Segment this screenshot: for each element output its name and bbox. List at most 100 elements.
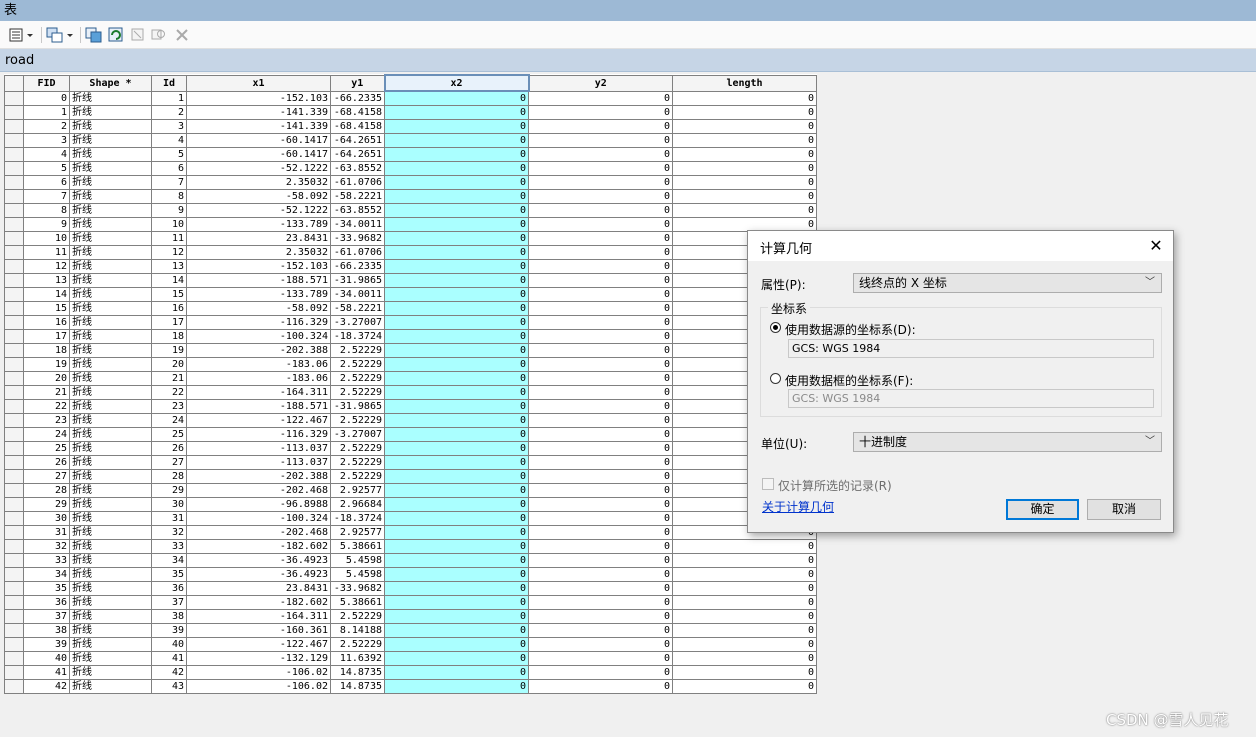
table-tab[interactable]: road [0,49,1256,72]
table-row[interactable]: 27折线28-202.3882.52229000 [4,469,817,484]
table-cell[interactable]: 36 [151,581,187,596]
table-cell[interactable]: 0 [384,525,529,540]
table-cell[interactable]: 37 [151,595,187,610]
table-cell[interactable]: -3.27007 [330,315,385,330]
row-selector[interactable] [4,399,24,414]
table-cell[interactable]: 0 [528,525,673,540]
table-cell[interactable]: -68.4158 [330,105,385,120]
table-cell[interactable]: 2.35032 [186,175,331,190]
table-cell[interactable]: 0 [528,455,673,470]
row-selector[interactable] [4,623,24,638]
table-cell[interactable]: -133.789 [186,217,331,232]
table-cell[interactable]: -160.361 [186,623,331,638]
table-cell[interactable]: -188.571 [186,399,331,414]
table-cell[interactable]: 32 [151,525,187,540]
row-selector[interactable] [4,161,24,176]
table-cell[interactable]: 0 [672,119,817,134]
table-cell[interactable]: 2 [151,105,187,120]
table-cell[interactable]: 折线 [69,343,152,358]
row-selector[interactable] [4,637,24,652]
table-cell[interactable]: 0 [528,217,673,232]
table-cell[interactable]: 0 [672,665,817,680]
row-selector[interactable] [4,595,24,610]
table-cell[interactable]: 33 [151,539,187,554]
table-cell[interactable]: 0 [528,90,673,106]
table-cell[interactable]: -64.2651 [330,147,385,162]
table-cell[interactable]: 28 [151,469,187,484]
table-cell[interactable]: -152.103 [186,259,331,274]
row-selector[interactable] [4,231,24,246]
table-cell[interactable]: -33.9682 [330,581,385,596]
column-header-fid[interactable]: FID [23,74,70,92]
table-cell[interactable]: -18.3724 [330,329,385,344]
table-row[interactable]: 37 折线 38 -164.311 2.52229 0 0 0 [4,609,817,624]
table-cell[interactable]: 折线 [69,371,152,386]
table-cell[interactable]: 9 [151,203,187,218]
table-cell[interactable]: 2.52229 [330,609,385,624]
table-cell[interactable]: 2.52229 [330,371,385,386]
table-cell[interactable]: -3.27007 [330,427,385,442]
table-cell[interactable]: 22 [23,399,70,414]
table-cell[interactable]: 17 [151,315,187,330]
table-cell[interactable]: 39 [23,637,70,652]
table-cell[interactable]: 31 [151,511,187,526]
table-cell[interactable]: 折线 [69,231,152,246]
table-cell[interactable]: 6 [23,175,70,190]
table-cell[interactable]: 0 [384,469,529,484]
row-selector[interactable] [4,371,24,386]
table-cell[interactable]: 2.52229 [330,441,385,456]
table-cell[interactable]: 0 [672,203,817,218]
table-cell[interactable]: 39 [151,623,187,638]
table-cell[interactable]: 11.6392 [330,651,385,666]
table-cell[interactable]: 2.52229 [330,413,385,428]
table-cell[interactable]: 0 [528,441,673,456]
table-cell[interactable]: 0 [528,105,673,120]
table-cell[interactable]: 20 [23,371,70,386]
table-cell[interactable]: -202.388 [186,343,331,358]
table-cell[interactable]: 0 [384,539,529,554]
row-selector[interactable] [4,525,24,540]
table-cell[interactable]: 折线 [69,651,152,666]
row-selector[interactable] [4,651,24,666]
table-cell[interactable]: -106.02 [186,679,331,694]
table-cell[interactable]: 14 [151,273,187,288]
table-cell[interactable]: 27 [23,469,70,484]
table-cell[interactable]: -202.468 [186,525,331,540]
table-cell[interactable]: 0 [528,385,673,400]
close-icon[interactable]: ✕ [1139,231,1173,261]
table-cell[interactable]: -34.0011 [330,217,385,232]
table-cell[interactable]: -182.602 [186,539,331,554]
table-cell[interactable]: 0 [672,637,817,652]
delete-selected-button[interactable] [173,25,191,45]
row-selector[interactable] [4,119,24,134]
table-row[interactable]: 12折线13-152.103-66.2335000 [4,259,817,274]
table-row[interactable]: 26折线27-113.0372.52229000 [4,455,817,470]
table-row[interactable]: 13折线14-188.571-31.9865000 [4,273,817,288]
table-cell[interactable]: 2.96684 [330,497,385,512]
table-row[interactable]: 32 折线 33 -182.602 5.38661 0 0 0 [4,539,817,554]
table-cell[interactable]: 折线 [69,105,152,120]
table-cell[interactable]: 0 [384,413,529,428]
table-cell[interactable]: 14 [23,287,70,302]
table-cell[interactable]: 折线 [69,301,152,316]
table-cell[interactable]: -113.037 [186,455,331,470]
table-cell[interactable]: 15 [23,301,70,316]
table-cell[interactable]: 0 [528,511,673,526]
row-selector[interactable] [4,147,24,162]
table-cell[interactable]: 0 [384,553,529,568]
table-cell[interactable]: 25 [23,441,70,456]
table-cell[interactable]: 0 [384,189,529,204]
table-cell[interactable]: 2 [23,119,70,134]
table-cell[interactable]: -116.329 [186,427,331,442]
table-row[interactable]: 31折线32-202.4682.92577000 [4,525,817,540]
table-cell[interactable]: 35 [151,567,187,582]
table-cell[interactable]: -164.311 [186,385,331,400]
table-cell[interactable]: 折线 [69,427,152,442]
table-cell[interactable]: 折线 [69,259,152,274]
table-cell[interactable]: -182.602 [186,595,331,610]
table-cell[interactable]: 折线 [69,119,152,134]
table-row[interactable]: 6 折线 7 2.35032 -61.0706 0 0 0 [4,175,817,190]
table-cell[interactable]: -36.4923 [186,567,331,582]
table-cell[interactable]: 0 [672,133,817,148]
table-cell[interactable]: -31.9865 [330,273,385,288]
